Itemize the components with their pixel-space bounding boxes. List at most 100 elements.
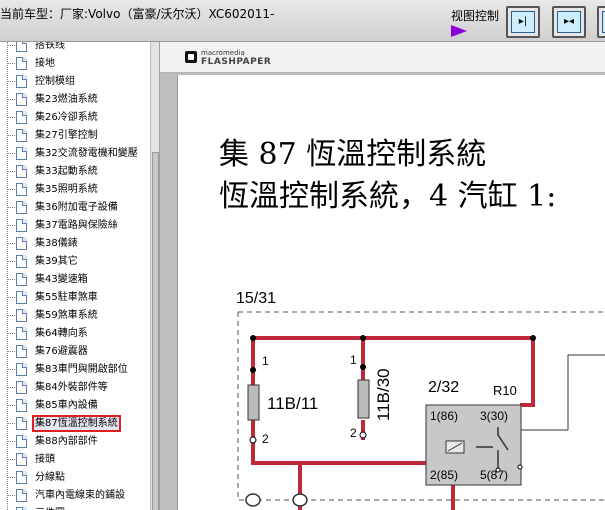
junction-dot-4 <box>250 367 256 373</box>
tree-branch-line <box>7 224 15 226</box>
tree-branch-line <box>7 422 15 424</box>
sidebar-item[interactable]: 集43變速箱 <box>7 270 157 288</box>
document-icon <box>16 326 27 340</box>
view-full-page-button[interactable]: |◂ <box>597 6 605 38</box>
wire-fuse1 <box>251 338 302 510</box>
document-icon <box>16 434 27 448</box>
sidebar-item-label: 集23燃油系統 <box>35 93 98 105</box>
sidebar-item[interactable]: 集85車內設備 <box>7 396 157 414</box>
wire-relay-right <box>520 338 535 407</box>
sidebar-item[interactable]: 接頭 <box>7 450 157 468</box>
sidebar-item[interactable]: 集36附加電子設備 <box>7 198 157 216</box>
flashpaper-logo-text: FLASHPAPER <box>201 57 272 67</box>
sidebar-item-label: 集36附加電子設備 <box>35 201 118 213</box>
sidebar-item-label: 集87恆溫控制系統 <box>32 414 121 432</box>
relay-name-label: R10 <box>493 383 517 398</box>
sidebar-item[interactable]: 集83車門與開啟部位 <box>7 360 157 378</box>
connector-oval-1 <box>245 493 261 507</box>
sidebar-item-label: 搭铁线 <box>35 42 65 51</box>
view-control-label: 视图控制 <box>451 9 500 23</box>
top-header-bar: 当前车型：厂家:Volvo（富豪/沃尔沃）XC602011- 视图控制 ▸| ▸… <box>0 0 605 42</box>
document-viewer: macromedia FLASHPAPER 集 87 恆溫控制系統 恆溫控制系統… <box>160 42 605 510</box>
sidebar-item[interactable]: 接地 <box>7 54 157 72</box>
current-model-label: 当前车型：厂家:Volvo（富豪/沃尔沃）XC602011- <box>0 7 275 21</box>
sidebar-item[interactable]: 集87恆溫控制系統 <box>7 414 157 432</box>
sidebar-item-label: 元件圖 <box>34 507 66 510</box>
sidebar-scrollbar-thumb[interactable] <box>152 152 159 510</box>
sidebar-item[interactable]: 集37電路與保險絲 <box>7 216 157 234</box>
sidebar-item[interactable]: 集64轉向系 <box>7 324 157 342</box>
flashpaper-logo-icon <box>185 51 197 63</box>
document-icon <box>16 272 27 286</box>
tree-branch-line <box>7 116 15 118</box>
sidebar-item[interactable]: 集55駐車煞車 <box>7 288 157 306</box>
flashpaper-logo-small-text: macromedia <box>201 49 245 57</box>
document-icon <box>16 218 27 232</box>
view-split-page-button[interactable]: ▸◂ <box>552 6 586 38</box>
tree-branch-line <box>7 44 15 46</box>
relay-output-pin <box>517 464 523 470</box>
fuse1-label: 11B/11 <box>267 394 318 413</box>
tree-branch-line <box>7 332 15 334</box>
document-icon <box>16 362 27 376</box>
wiring-diagram: 15/31 1 2 11B/11 1 2 11B/30 2/32 R10 1(8… <box>236 290 605 510</box>
sidebar-item-label: 集33起動系統 <box>35 165 98 177</box>
tree-branch-line <box>7 206 15 208</box>
sidebar-item-label: 接頭 <box>35 453 55 465</box>
sidebar-item-label: 集85車內設備 <box>35 399 98 411</box>
sidebar-item[interactable]: 集38儀錶 <box>7 234 157 252</box>
sidebar-item[interactable]: 集35照明系統 <box>7 180 157 198</box>
junction-dot-1 <box>250 335 256 341</box>
tree-branch-line <box>7 314 15 316</box>
fuse1-pin2: 2 <box>262 432 269 446</box>
document-icon <box>16 182 27 196</box>
relay-id-label: 2/32 <box>428 379 459 396</box>
tree-branch-line <box>7 170 15 172</box>
sidebar-item-label: 集55駐車煞車 <box>35 291 98 303</box>
sidebar-item[interactable]: 集84外裝部件等 <box>7 378 157 396</box>
sidebar-item[interactable]: 集26冷卻系統 <box>7 108 157 126</box>
tree-branch-line <box>7 476 15 478</box>
sidebar-item[interactable]: 集88內部部件 <box>7 432 157 450</box>
sidebar-item-label: 控制模组 <box>35 75 75 87</box>
document-icon <box>16 470 27 484</box>
connector-oval-2 <box>292 493 308 507</box>
fuse2-pin2: 2 <box>350 426 357 440</box>
document-icon <box>16 164 27 178</box>
sidebar-item[interactable]: 搭铁线 <box>7 42 157 54</box>
document-icon <box>16 290 27 304</box>
tree-branch-line <box>7 134 15 136</box>
document-icon <box>16 92 27 106</box>
sidebar-item[interactable]: 分線點 <box>7 468 157 486</box>
view-control-arrow-icon <box>451 25 467 37</box>
tree-branch-line <box>7 80 15 82</box>
document-icon <box>16 452 27 466</box>
sidebar-item-label: 集64轉向系 <box>35 327 88 339</box>
sidebar-item-label: 集76避震器 <box>35 345 88 357</box>
sidebar-item[interactable]: 汽車內電線束的鋪設 <box>7 486 157 504</box>
document-icon <box>16 200 27 214</box>
view-single-page-button[interactable]: ▸| <box>506 6 540 38</box>
sidebar-item[interactable]: 集33起動系統 <box>7 162 157 180</box>
sidebar-item[interactable]: 控制模组 <box>7 72 157 90</box>
sidebar-scrollbar[interactable] <box>150 42 159 510</box>
sidebar-item-label: 集39其它 <box>35 255 78 267</box>
document-icon <box>16 110 27 124</box>
document-icon <box>16 74 27 88</box>
sidebar-item[interactable]: 集59煞車系統 <box>7 306 157 324</box>
tree-branch-line <box>7 458 15 460</box>
document-icon <box>16 506 27 510</box>
sidebar-item[interactable]: 元件圖 <box>7 504 157 510</box>
tree-branch-line <box>7 494 15 496</box>
sidebar-item[interactable]: 集23燃油系統 <box>7 90 157 108</box>
sidebar-item[interactable]: 集27引擎控制 <box>7 126 157 144</box>
sidebar-item-label: 集38儀錶 <box>35 237 78 249</box>
tree-branch-line <box>7 98 15 100</box>
fuse2-label: 11B/30 <box>374 368 393 421</box>
junction-dot-5 <box>360 364 366 370</box>
sidebar-item[interactable]: 集39其它 <box>7 252 157 270</box>
fuse1-pin1: 1 <box>262 354 269 368</box>
sidebar-item[interactable]: 集32交流發電機和變壓 <box>7 144 157 162</box>
sidebar-item[interactable]: 集76避震器 <box>7 342 157 360</box>
tree-branch-line <box>7 350 15 352</box>
